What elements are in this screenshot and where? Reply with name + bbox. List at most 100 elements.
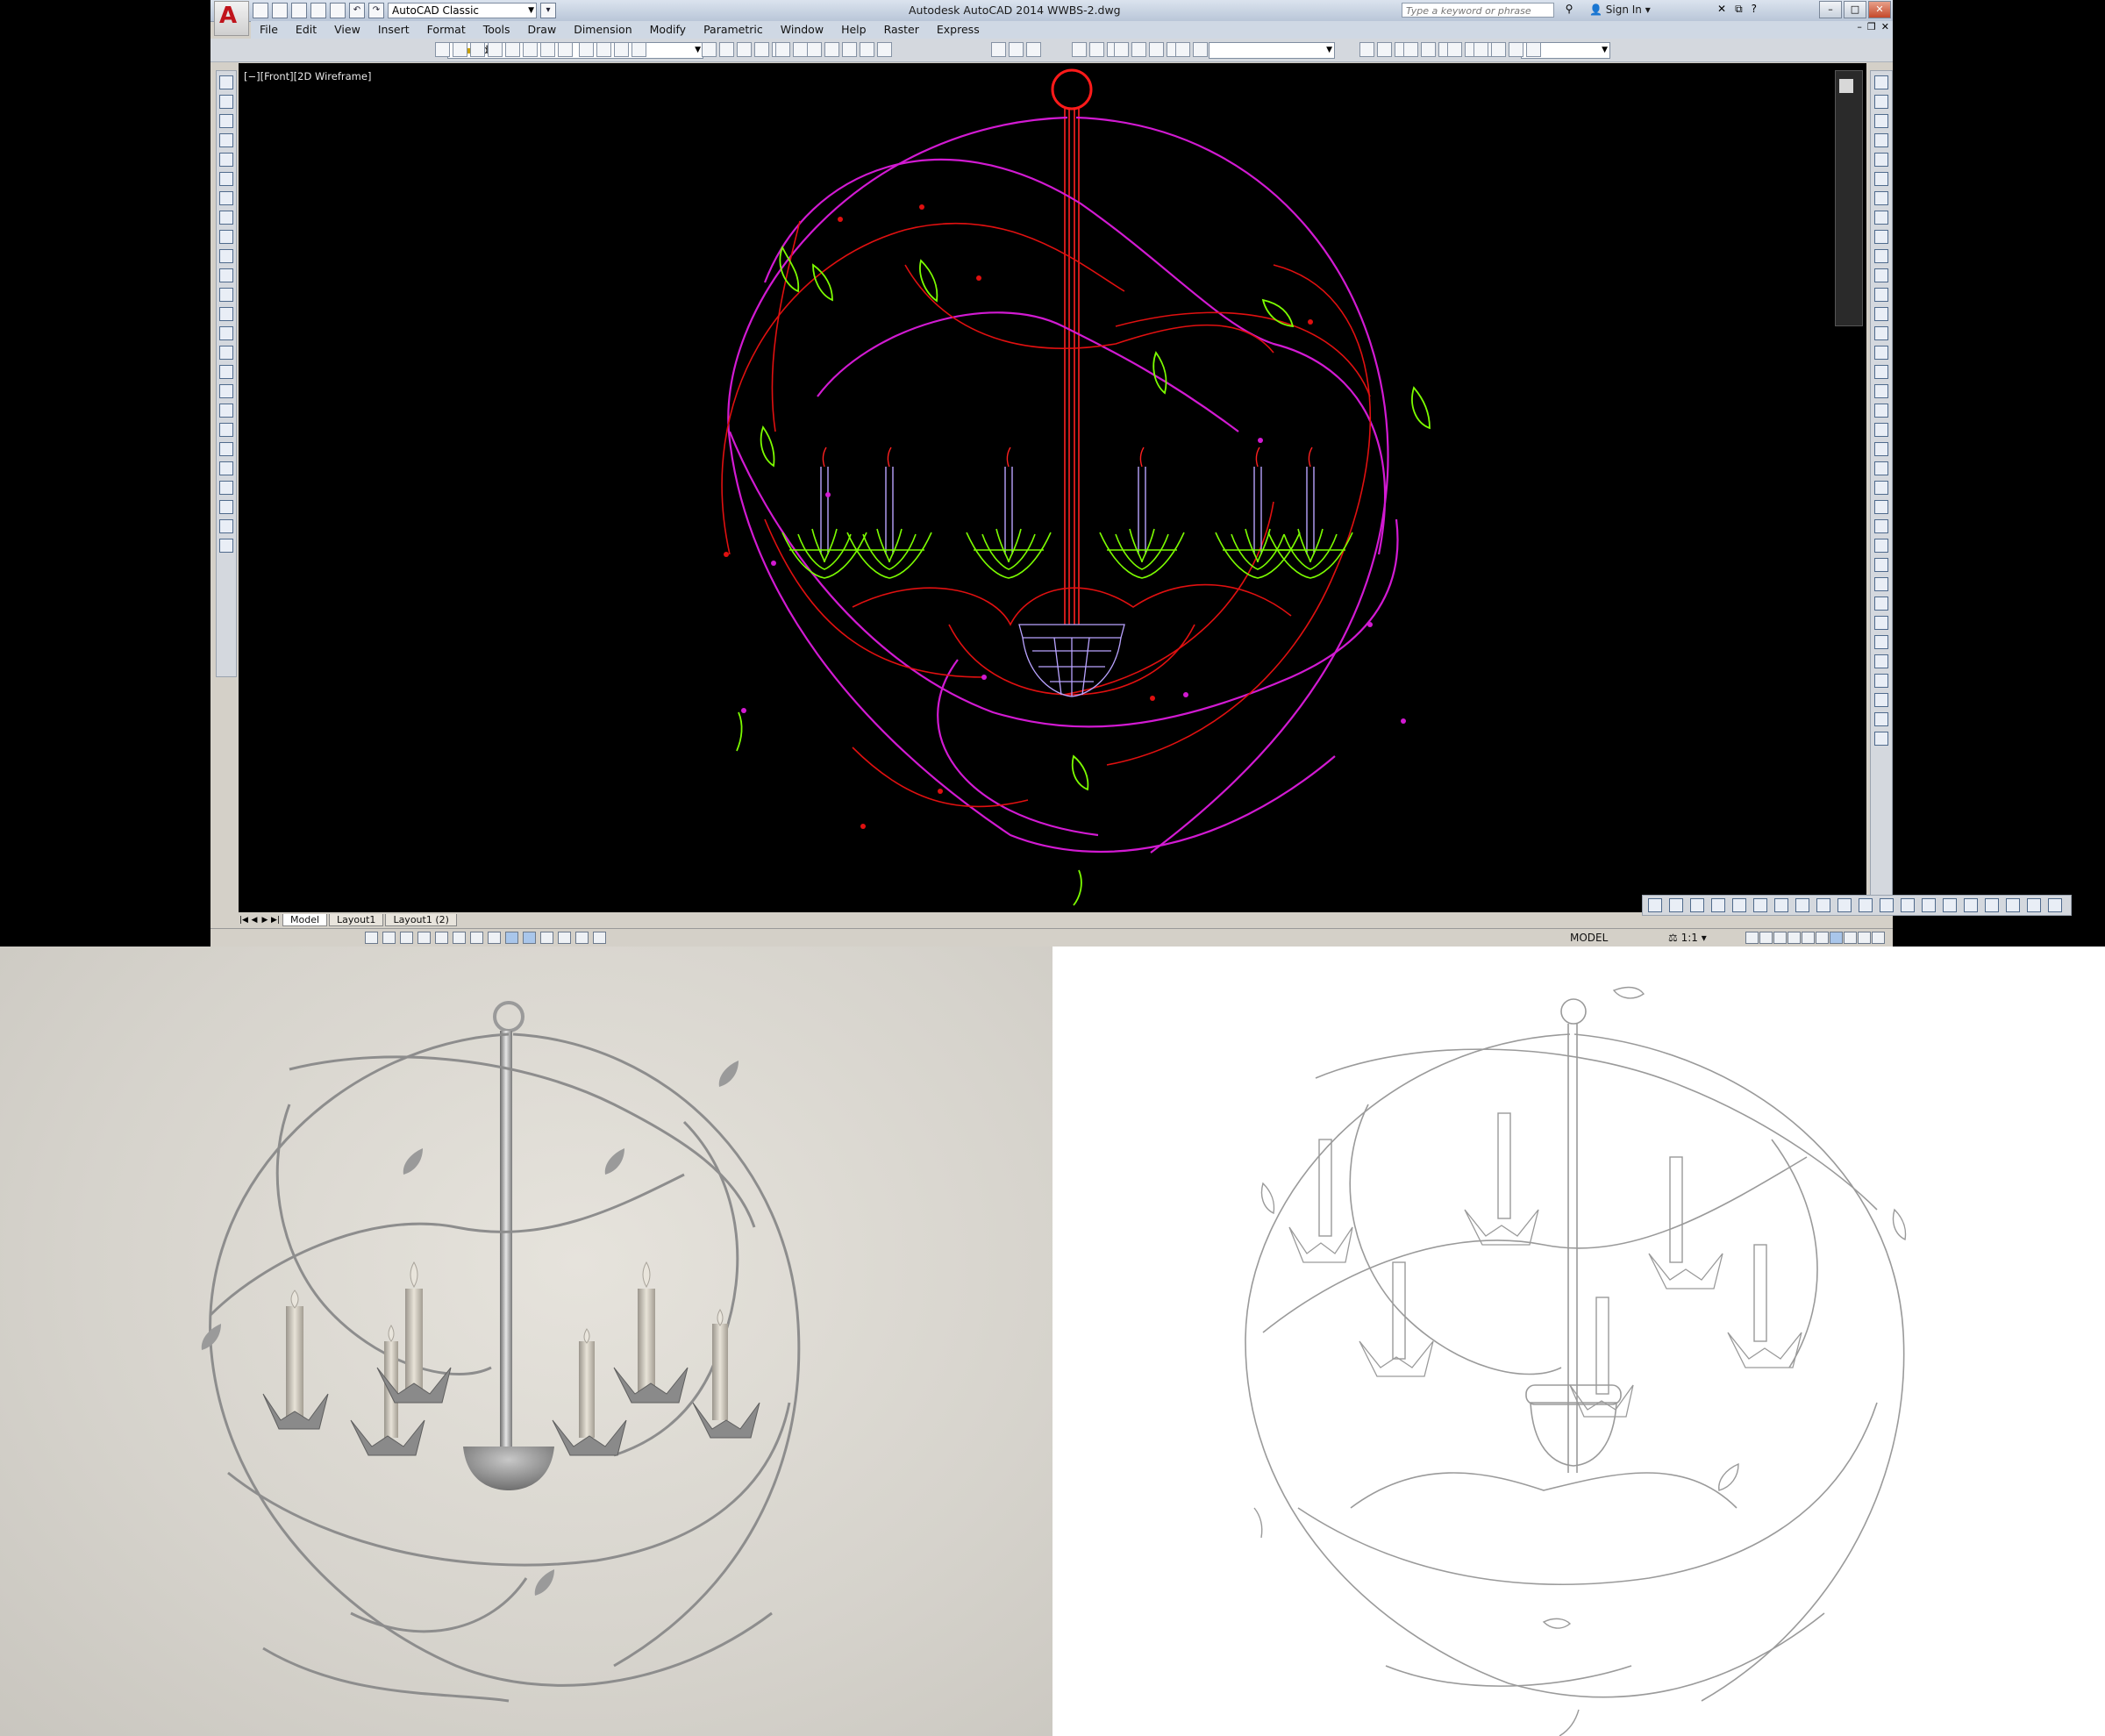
drafting-toggle-icon[interactable] (453, 932, 466, 944)
menu-help[interactable]: Help (832, 21, 875, 39)
toolbar-button-icon[interactable] (842, 42, 857, 57)
toolbar-button-icon[interactable] (824, 42, 839, 57)
toolbar-button-icon[interactable] (1377, 42, 1392, 57)
toolbar-button-icon[interactable] (1026, 42, 1041, 57)
tool-icon[interactable] (1943, 898, 1957, 912)
tool-icon[interactable] (219, 519, 233, 533)
tool-icon[interactable] (1874, 384, 1888, 398)
tool-icon[interactable] (1874, 404, 1888, 418)
drafting-toggle-icon[interactable] (523, 932, 536, 944)
doc-close-button[interactable]: ✕ (1881, 21, 1889, 32)
save-as-icon[interactable] (310, 3, 326, 18)
tool-icon[interactable] (1874, 616, 1888, 630)
toolbar-button-icon[interactable] (1447, 42, 1462, 57)
menu-raster[interactable]: Raster (875, 21, 928, 39)
tool-icon[interactable] (1711, 898, 1725, 912)
toolbar-button-icon[interactable] (1474, 42, 1488, 57)
tool-icon[interactable] (1774, 898, 1788, 912)
tool-icon[interactable] (1985, 898, 1999, 912)
new-icon[interactable] (253, 3, 268, 18)
tool-icon[interactable] (1874, 75, 1888, 89)
tool-icon[interactable] (1901, 898, 1915, 912)
toolbar-button-icon[interactable] (860, 42, 874, 57)
tool-icon[interactable] (1874, 654, 1888, 668)
last-tab-icon[interactable]: ▶| (270, 916, 281, 925)
layer-dropdown[interactable]: ☀ ▪ 3d2 ▼ (447, 42, 703, 59)
menu-dimension[interactable]: Dimension (565, 21, 640, 39)
menu-format[interactable]: Format (418, 21, 475, 39)
undo-icon[interactable]: ↶ (349, 3, 365, 18)
tool-icon[interactable] (1874, 191, 1888, 205)
toolbar-button-icon[interactable] (596, 42, 611, 57)
toolbar-button-icon[interactable] (1072, 42, 1087, 57)
tool-icon[interactable] (1874, 423, 1888, 437)
linetype-dropdown[interactable]: ▼ (1209, 42, 1335, 59)
tool-icon[interactable] (219, 268, 233, 282)
toolbar-button-icon[interactable] (991, 42, 1006, 57)
tool-icon[interactable] (1874, 558, 1888, 572)
status-tray-icon[interactable] (1844, 932, 1857, 944)
tool-icon[interactable] (219, 191, 233, 205)
toolbar-button-icon[interactable] (877, 42, 892, 57)
tool-icon[interactable] (1669, 898, 1683, 912)
menu-tools[interactable]: Tools (475, 21, 519, 39)
tool-icon[interactable] (1874, 95, 1888, 109)
toolbar-button-icon[interactable] (1009, 42, 1024, 57)
tool-icon[interactable] (2027, 898, 2041, 912)
doc-restore-button[interactable]: ❐ (1867, 21, 1876, 32)
toolbar-button-icon[interactable] (775, 42, 790, 57)
toolbar-button-icon[interactable] (488, 42, 503, 57)
menu-view[interactable]: View (325, 21, 369, 39)
toolbar-button-icon[interactable] (1526, 42, 1541, 57)
toolbar-button-icon[interactable] (470, 42, 485, 57)
tool-icon[interactable] (1874, 577, 1888, 591)
toolbar-button-icon[interactable] (754, 42, 769, 57)
tool-icon[interactable] (219, 423, 233, 437)
tool-icon[interactable] (1874, 461, 1888, 475)
tool-icon[interactable] (1964, 898, 1978, 912)
tool-icon[interactable] (219, 307, 233, 321)
tool-icon[interactable] (1874, 442, 1888, 456)
navigation-bar[interactable] (1835, 70, 1863, 326)
toolbar-button-icon[interactable] (1403, 42, 1418, 57)
tool-icon[interactable] (1874, 172, 1888, 186)
community-icon[interactable]: ⧉ (1735, 3, 1743, 16)
save-icon[interactable] (291, 3, 307, 18)
toolbar-button-icon[interactable] (1149, 42, 1164, 57)
next-tab-icon[interactable]: ▶ (260, 916, 270, 925)
tool-icon[interactable] (1874, 519, 1888, 533)
drafting-toggle-icon[interactable] (558, 932, 571, 944)
drafting-toggle-icon[interactable] (400, 932, 413, 944)
tool-icon[interactable] (1880, 898, 1894, 912)
redo-icon[interactable]: ↷ (368, 3, 384, 18)
status-tray-icon[interactable] (1802, 932, 1815, 944)
tool-icon[interactable] (1837, 898, 1852, 912)
tab-layout1[interactable]: Layout1 (329, 913, 384, 926)
status-tray-icon[interactable] (1759, 932, 1773, 944)
tool-icon[interactable] (1874, 346, 1888, 360)
annotation-scale[interactable]: ⚖ 1:1 ▾ (1668, 932, 1707, 944)
toolbar-button-icon[interactable] (807, 42, 822, 57)
search-input[interactable]: Type a keyword or phrase (1402, 3, 1554, 18)
tool-icon[interactable] (219, 442, 233, 456)
toolbar-button-icon[interactable] (737, 42, 752, 57)
tool-icon[interactable] (1648, 898, 1662, 912)
status-tray-icon[interactable] (1872, 932, 1885, 944)
toolbar-button-icon[interactable] (1359, 42, 1374, 57)
toolbar-button-icon[interactable] (523, 42, 538, 57)
tool-icon[interactable] (1874, 365, 1888, 379)
help-icon[interactable]: ? (1752, 3, 1757, 16)
toolbar-button-icon[interactable] (1175, 42, 1190, 57)
toolbar-button-icon[interactable] (579, 42, 594, 57)
menu-window[interactable]: Window (772, 21, 832, 39)
menu-edit[interactable]: Edit (287, 21, 325, 39)
toolbar-button-icon[interactable] (505, 42, 520, 57)
tool-icon[interactable] (1874, 539, 1888, 553)
toolbar-button-icon[interactable] (614, 42, 629, 57)
status-tray-icon[interactable] (1858, 932, 1871, 944)
tool-icon[interactable] (219, 75, 233, 89)
viewcube-icon[interactable] (1839, 79, 1853, 93)
drafting-toggle-icon[interactable] (575, 932, 589, 944)
toolbar-button-icon[interactable] (702, 42, 717, 57)
tool-icon[interactable] (2048, 898, 2062, 912)
